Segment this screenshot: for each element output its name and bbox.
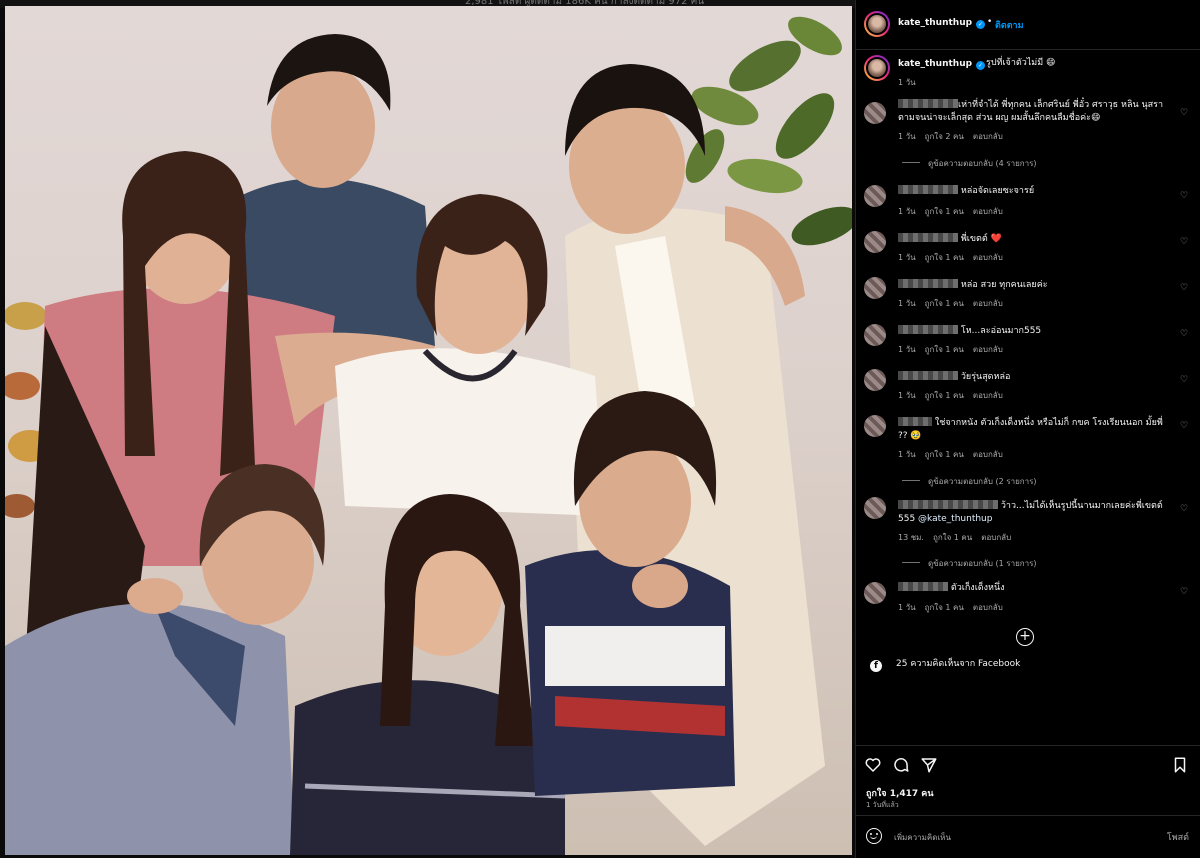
group-photo-illustration	[5, 16, 852, 855]
reply-button[interactable]: ตอบกลับ	[973, 299, 1003, 308]
facebook-comments-row[interactable]: f 25 ความคิดเห็นจาก Facebook	[870, 656, 1020, 672]
caption-text: รูปที่เจ้าตัวไม่มี 😄	[986, 58, 1056, 68]
comment-text: ว้าว...ไม่ได้เห็นรูปนี้นานมากเลยค่ะพี่เข…	[898, 500, 1163, 513]
follow-button[interactable]: ติดตาม	[995, 18, 1024, 32]
comment-avatar[interactable]	[864, 231, 886, 253]
comment-username[interactable]	[898, 500, 998, 509]
comment-text-cont: ตามจนน่าจะเล็กสุด ส่วน ผญ ผมสั้นลึกคนลืม…	[898, 113, 1101, 123]
comment-username[interactable]	[898, 582, 948, 591]
comment-meta: 1 วัน ถูกใจ 1 คน ตอบกลับ	[898, 391, 1003, 400]
facebook-comments-label: 25 ความคิดเห็นจาก Facebook	[896, 659, 1021, 669]
comment-like-icon[interactable]: ♡	[1179, 237, 1189, 247]
reply-button[interactable]: ตอบกลับ	[973, 207, 1003, 216]
comment-meta: 1 วัน ถูกใจ 1 คน ตอบกลับ	[898, 603, 1003, 612]
comment-meta: 1 วัน ถูกใจ 2 คน ตอบกลับ	[898, 132, 1003, 141]
facebook-icon: f	[870, 660, 882, 672]
post-timestamp: 1 วันที่แล้ว	[866, 801, 899, 809]
comment-text: หล่อ สวย ทุกคนเลยค่ะ	[898, 279, 1048, 292]
instagram-post-viewer: 2,981 โพสต์ ผู้ติดตาม 186K คน กำลังติดตา…	[0, 0, 1200, 858]
comment-avatar[interactable]	[864, 582, 886, 604]
comment-username[interactable]	[898, 99, 958, 108]
comment-username[interactable]	[898, 233, 958, 242]
header-separator: •	[987, 17, 993, 27]
group-photo[interactable]	[5, 6, 852, 855]
comment-like-icon[interactable]: ♡	[1179, 329, 1189, 339]
comment-like-icon[interactable]: ♡	[1179, 108, 1189, 118]
author-avatar[interactable]	[864, 11, 890, 37]
caption-avatar[interactable]	[864, 55, 890, 81]
mention-link[interactable]: @kate_thunthup	[918, 514, 992, 524]
view-replies-button[interactable]: ดูข้อความตอบกลับ (4 รายการ)	[902, 157, 1037, 170]
emoji-icon[interactable]	[866, 828, 882, 844]
comment-avatar[interactable]	[864, 102, 886, 124]
reply-button[interactable]: ตอบกลับ	[973, 603, 1003, 612]
comment-text: พี่เขตต์ ❤️	[898, 233, 1002, 246]
comment-meta: 1 วัน ถูกใจ 1 คน ตอบกลับ	[898, 450, 1003, 459]
comment-avatar[interactable]	[864, 415, 886, 437]
comments-list[interactable]: kate_thunthup ✓ รูปที่เจ้าตัวไม่มี 😄 1 ว…	[856, 50, 1200, 680]
caption-username[interactable]: kate_thunthup	[898, 59, 972, 69]
comment-meta: 13 ชม. ถูกใจ 1 คน ตอบกลับ	[898, 533, 1012, 542]
comment-username[interactable]	[898, 279, 958, 288]
caption-verified-icon: ✓	[976, 61, 985, 70]
comment-meta: 1 วัน ถูกใจ 1 คน ตอบกลับ	[898, 299, 1003, 308]
comment-like-icon[interactable]: ♡	[1179, 504, 1189, 514]
comment-text: เห่าที่จำได้ พี่ทุกคน เล็กศรินย์ พี่อั๋ว…	[898, 99, 1163, 112]
person-front-center	[290, 494, 566, 855]
view-replies-button[interactable]: ดูข้อความตอบกลับ (1 รายการ)	[902, 557, 1037, 570]
comment-username[interactable]	[898, 371, 958, 380]
comment-text-cont: ?? 🥹	[898, 431, 922, 441]
post-comment-button[interactable]: โพสต์	[1167, 830, 1189, 844]
comment-text: ใช่จากหนัง ตัวเก็งเด็งหนึ่ง หรือไม่ก็ กข…	[898, 417, 1163, 430]
likes-count[interactable]: ถูกใจ 1,417 คน	[866, 786, 933, 800]
comment-username[interactable]	[898, 185, 958, 194]
comment-meta: 1 วัน ถูกใจ 1 คน ตอบกลับ	[898, 207, 1003, 216]
reply-button[interactable]: ตอบกลับ	[973, 391, 1003, 400]
comment-avatar[interactable]	[864, 324, 886, 346]
comment-text: โห...ละอ่อนมาก555	[898, 325, 1041, 338]
verified-badge-icon: ✓	[976, 20, 985, 29]
reply-button[interactable]: ตอบกลับ	[973, 450, 1003, 459]
share-icon[interactable]	[920, 756, 938, 774]
comment-like-icon[interactable]: ♡	[1179, 587, 1189, 597]
comment-meta: 1 วัน ถูกใจ 1 คน ตอบกลับ	[898, 345, 1003, 354]
comment-like-icon[interactable]: ♡	[1179, 283, 1189, 293]
reply-button[interactable]: ตอบกลับ	[973, 345, 1003, 354]
comment-icon[interactable]	[892, 756, 910, 774]
comment-username[interactable]	[898, 325, 958, 334]
comment-username[interactable]	[898, 417, 932, 426]
comment-like-icon[interactable]: ♡	[1179, 375, 1189, 385]
comment-text: หล่อจัดเลยซะจารย์	[898, 185, 1034, 198]
reply-button[interactable]: ตอบกลับ	[973, 253, 1003, 262]
comment-meta: 1 วัน ถูกใจ 1 คน ตอบกลับ	[898, 253, 1003, 262]
heart-icon[interactable]	[864, 756, 882, 774]
plus-circle-icon[interactable]: +	[1016, 628, 1034, 646]
reply-button[interactable]: ตอบกลับ	[973, 132, 1003, 141]
comment-like-icon[interactable]: ♡	[1179, 421, 1189, 431]
comment-avatar[interactable]	[864, 369, 886, 391]
comment-text: ตัวเก็งเด็งหนึ่ง	[898, 582, 1005, 595]
comments-panel: kate_thunthup ✓ • ติดตาม kate_thunthup ✓…	[855, 0, 1200, 858]
comment-text-cont: 555 @kate_thunthup	[898, 514, 993, 524]
post-media[interactable]: 2,981 โพสต์ ผู้ติดตาม 186K คน กำลังติดตา…	[0, 0, 855, 858]
view-replies-button[interactable]: ดูข้อความตอบกลับ (2 รายการ)	[902, 475, 1037, 488]
reply-button[interactable]: ตอบกลับ	[981, 533, 1011, 542]
comment-text: วัยรุ่นสุดหล่อ	[898, 371, 1010, 384]
comment-compose: โพสต์	[856, 815, 1200, 858]
comment-input[interactable]	[894, 829, 1144, 845]
caption-time: 1 วัน	[898, 78, 916, 87]
comment-avatar[interactable]	[864, 185, 886, 207]
author-username[interactable]: kate_thunthup	[898, 18, 972, 28]
post-header: kate_thunthup ✓ • ติดตาม	[856, 0, 1200, 50]
bookmark-icon[interactable]	[1171, 756, 1189, 774]
comment-avatar[interactable]	[864, 497, 886, 519]
comment-avatar[interactable]	[864, 277, 886, 299]
post-actions: ถูกใจ 1,417 คน 1 วันที่แล้ว	[856, 745, 1200, 815]
comment-like-icon[interactable]: ♡	[1179, 191, 1189, 201]
